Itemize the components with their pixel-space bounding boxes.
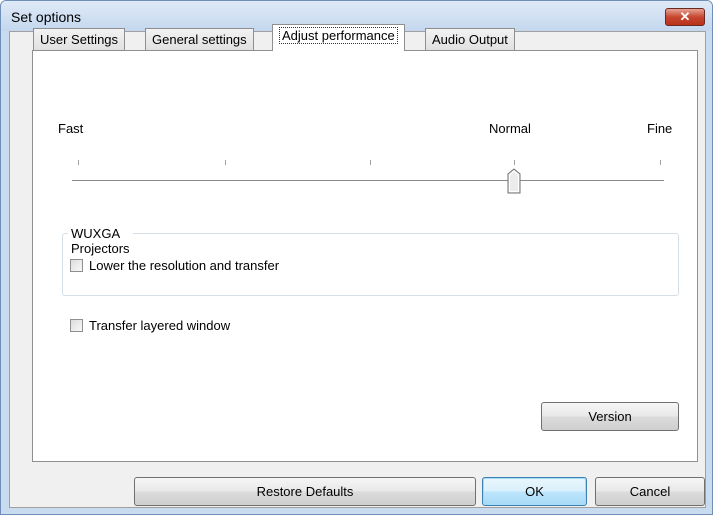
lower-resolution-checkbox[interactable] (70, 259, 83, 272)
tab-label: Adjust performance (279, 27, 398, 44)
performance-slider-thumb[interactable] (507, 168, 521, 194)
tab-label: User Settings (40, 32, 119, 47)
slider-tick (225, 160, 226, 165)
wuxga-projectors-group-title: WUXGA Projectors (68, 226, 133, 256)
tab-user-settings[interactable]: User Settings (33, 28, 126, 50)
lower-resolution-label[interactable]: Lower the resolution and transfer (89, 258, 279, 273)
tab-general-settings[interactable]: General settings (145, 28, 254, 50)
tab-adjust-performance[interactable]: Adjust performance (272, 24, 405, 51)
transfer-layered-label[interactable]: Transfer layered window (89, 318, 230, 333)
slider-tick (78, 160, 79, 165)
restore-defaults-button[interactable]: Restore Defaults (134, 477, 476, 506)
cancel-button[interactable]: Cancel (595, 477, 705, 506)
slider-normal-label: Normal (489, 121, 531, 136)
ok-button[interactable]: OK (482, 477, 587, 506)
tab-label: Audio Output (432, 32, 508, 47)
performance-slider-track[interactable] (72, 180, 664, 182)
slider-fast-label: Fast (58, 121, 84, 136)
window-title: Set options (11, 9, 82, 25)
slider-fine-label: Fine (647, 121, 673, 136)
close-button[interactable]: ✕ (665, 8, 705, 26)
transfer-layered-checkbox[interactable] (70, 319, 83, 332)
tab-audio-output[interactable]: Audio Output (425, 28, 515, 50)
slider-tick (514, 160, 515, 165)
version-button[interactable]: Version (541, 402, 679, 431)
slider-tick (660, 160, 661, 165)
close-icon: ✕ (679, 9, 691, 24)
tab-label: General settings (152, 32, 247, 47)
slider-tick (370, 160, 371, 165)
